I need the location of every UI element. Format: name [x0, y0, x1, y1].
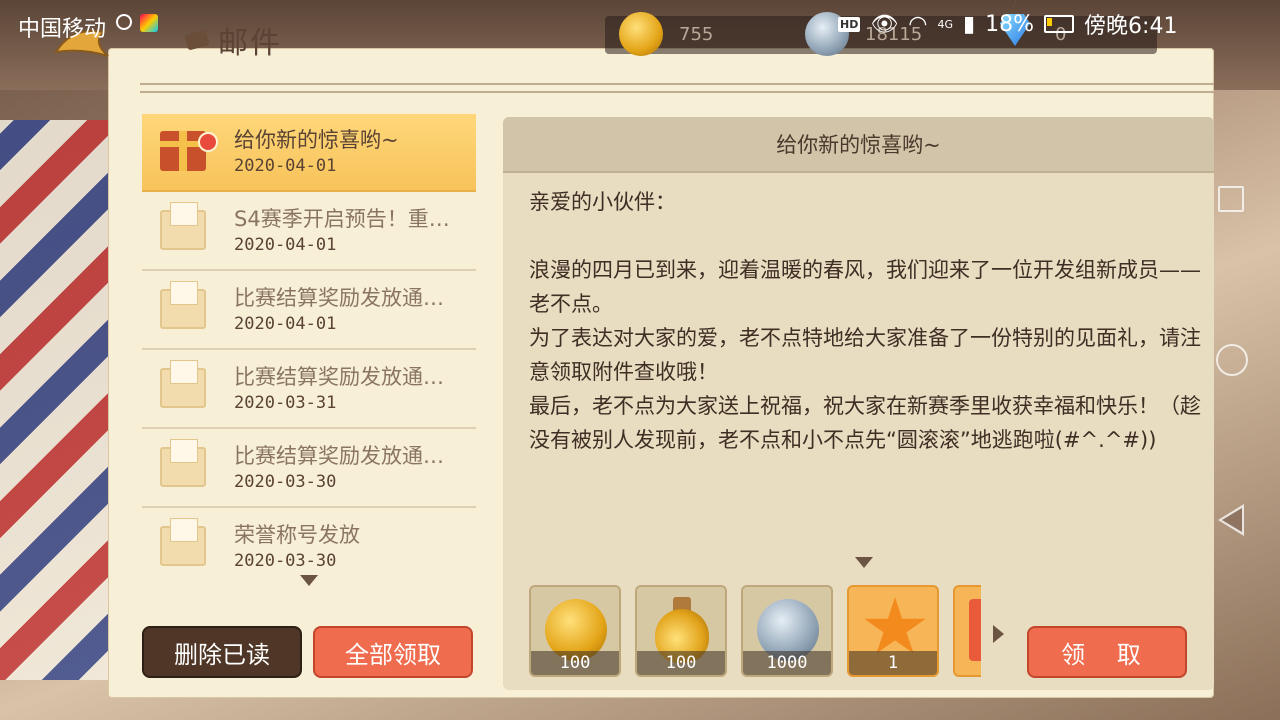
mail-item-date: 2020-04-01	[234, 235, 337, 255]
claim-button[interactable]: 领 取	[1027, 626, 1187, 678]
mail-list[interactable]: 给你新的惊喜哟~ 2020-04-01 S4赛季开启预告！重… 2020-04-…	[142, 114, 476, 568]
delete-read-button[interactable]: 删除已读	[142, 626, 302, 678]
eye-icon: 👁	[870, 11, 899, 37]
navigation-bar	[1184, 0, 1280, 720]
mail-item-date: 2020-03-30	[234, 551, 337, 568]
status-bar: 中国移动 HD 👁 ◠ 4G ▮ 18% 傍晚6:41	[0, 0, 1280, 48]
wifi-icon: ◠	[908, 11, 928, 37]
mail-item-title: 比赛结算奖励发放通…	[234, 444, 444, 468]
envelope-icon	[160, 202, 206, 250]
header-divider	[140, 83, 1214, 93]
attachment-item[interactable]	[953, 585, 981, 677]
attachment-list[interactable]: 100 100 1000 1	[529, 585, 981, 681]
mail-detail: 给你新的惊喜哟~ 亲爱的小伙伴： 浪漫的四月已到来，迎着温暖的春风，我们迎来了一…	[503, 117, 1214, 690]
claim-all-button[interactable]: 全部领取	[313, 626, 473, 678]
back-icon-inner	[1222, 508, 1242, 532]
mail-subject: 给你新的惊喜哟~	[503, 117, 1214, 173]
body-paragraph: 最后，老不点为大家送上祝福，祝大家在新赛季里收获幸福和快乐！（趁没有被别人发现前…	[529, 394, 1201, 452]
envelope-icon	[160, 360, 206, 408]
attachment-more-arrow-icon[interactable]	[993, 625, 1004, 643]
attachment-item[interactable]: 100	[529, 585, 621, 677]
battery-percent: 18%	[985, 11, 1035, 37]
attachment-item[interactable]: 1000	[741, 585, 833, 677]
mail-item[interactable]: 荣誉称号发放 2020-03-30	[142, 509, 476, 568]
body-blank	[529, 219, 1209, 253]
app-notification-icon	[140, 14, 158, 32]
attachment-count: 1	[849, 651, 937, 675]
body-paragraph: 为了表达对大家的爱，老不点特地给大家准备了一份特别的见面礼，请注意领取附件查收哦…	[529, 326, 1201, 384]
mail-item-selected[interactable]: 给你新的惊喜哟~ 2020-04-01	[142, 114, 476, 192]
mail-item[interactable]: 比赛结算奖励发放通… 2020-03-31	[142, 351, 476, 429]
attachment-count: 100	[637, 651, 725, 675]
attachment-item[interactable]: 100	[635, 585, 727, 677]
scroll-down-arrow-icon[interactable]	[300, 575, 318, 586]
mail-item[interactable]: 比赛结算奖励发放通… 2020-04-01	[142, 272, 476, 350]
mail-item-title: 比赛结算奖励发放通…	[234, 365, 444, 389]
mail-item-date: 2020-04-01	[234, 156, 337, 176]
mail-item-title: 给你新的惊喜哟~	[234, 128, 399, 152]
mail-item-title: S4赛季开启预告！重…	[234, 207, 450, 231]
signal-icon: ▮	[963, 11, 976, 37]
status-icons-left	[116, 14, 158, 32]
envelope-icon	[160, 439, 206, 487]
attachment-count: 1000	[743, 651, 831, 675]
envelope-icon	[160, 518, 206, 566]
airmail-stripes	[0, 120, 110, 680]
status-icons-right: HD 👁 ◠ 4G ▮ 18% 傍晚6:41	[838, 8, 1177, 40]
timer-icon	[116, 14, 132, 30]
card-icon	[969, 599, 981, 661]
carrier-label: 中国移动	[18, 17, 107, 42]
mail-item-title: 比赛结算奖励发放通…	[234, 286, 444, 310]
mail-item-date: 2020-03-30	[234, 472, 337, 492]
mail-item[interactable]: 比赛结算奖励发放通… 2020-03-30	[142, 430, 476, 508]
attachment-count: 100	[531, 651, 619, 675]
body-greeting: 亲爱的小伙伴：	[529, 190, 676, 214]
home-icon[interactable]	[1216, 344, 1248, 376]
star-icon	[864, 597, 926, 654]
mail-item-date: 2020-04-01	[234, 314, 337, 334]
battery-icon	[1044, 15, 1075, 33]
mail-item-title: 荣誉称号发放	[234, 523, 360, 547]
mail-body: 亲爱的小伙伴： 浪漫的四月已到来，迎着温暖的春风，我们迎来了一位开发组新成员——…	[529, 185, 1209, 457]
body-paragraph: 浪漫的四月已到来，迎着温暖的春风，我们迎来了一位开发组新成员——老不点。	[529, 258, 1201, 316]
scroll-down-arrow-icon[interactable]	[855, 557, 873, 568]
envelope-icon	[160, 281, 206, 329]
recent-apps-icon[interactable]	[1218, 186, 1244, 212]
mail-item[interactable]: S4赛季开启预告！重… 2020-04-01	[142, 193, 476, 271]
unread-dot	[198, 132, 218, 152]
mail-item-date: 2020-03-31	[234, 393, 337, 413]
clock-time: 傍晚6:41	[1084, 14, 1178, 39]
network-type: 4G	[937, 17, 954, 31]
hd-badge: HD	[838, 16, 861, 32]
attachment-item[interactable]: 1	[847, 585, 939, 677]
